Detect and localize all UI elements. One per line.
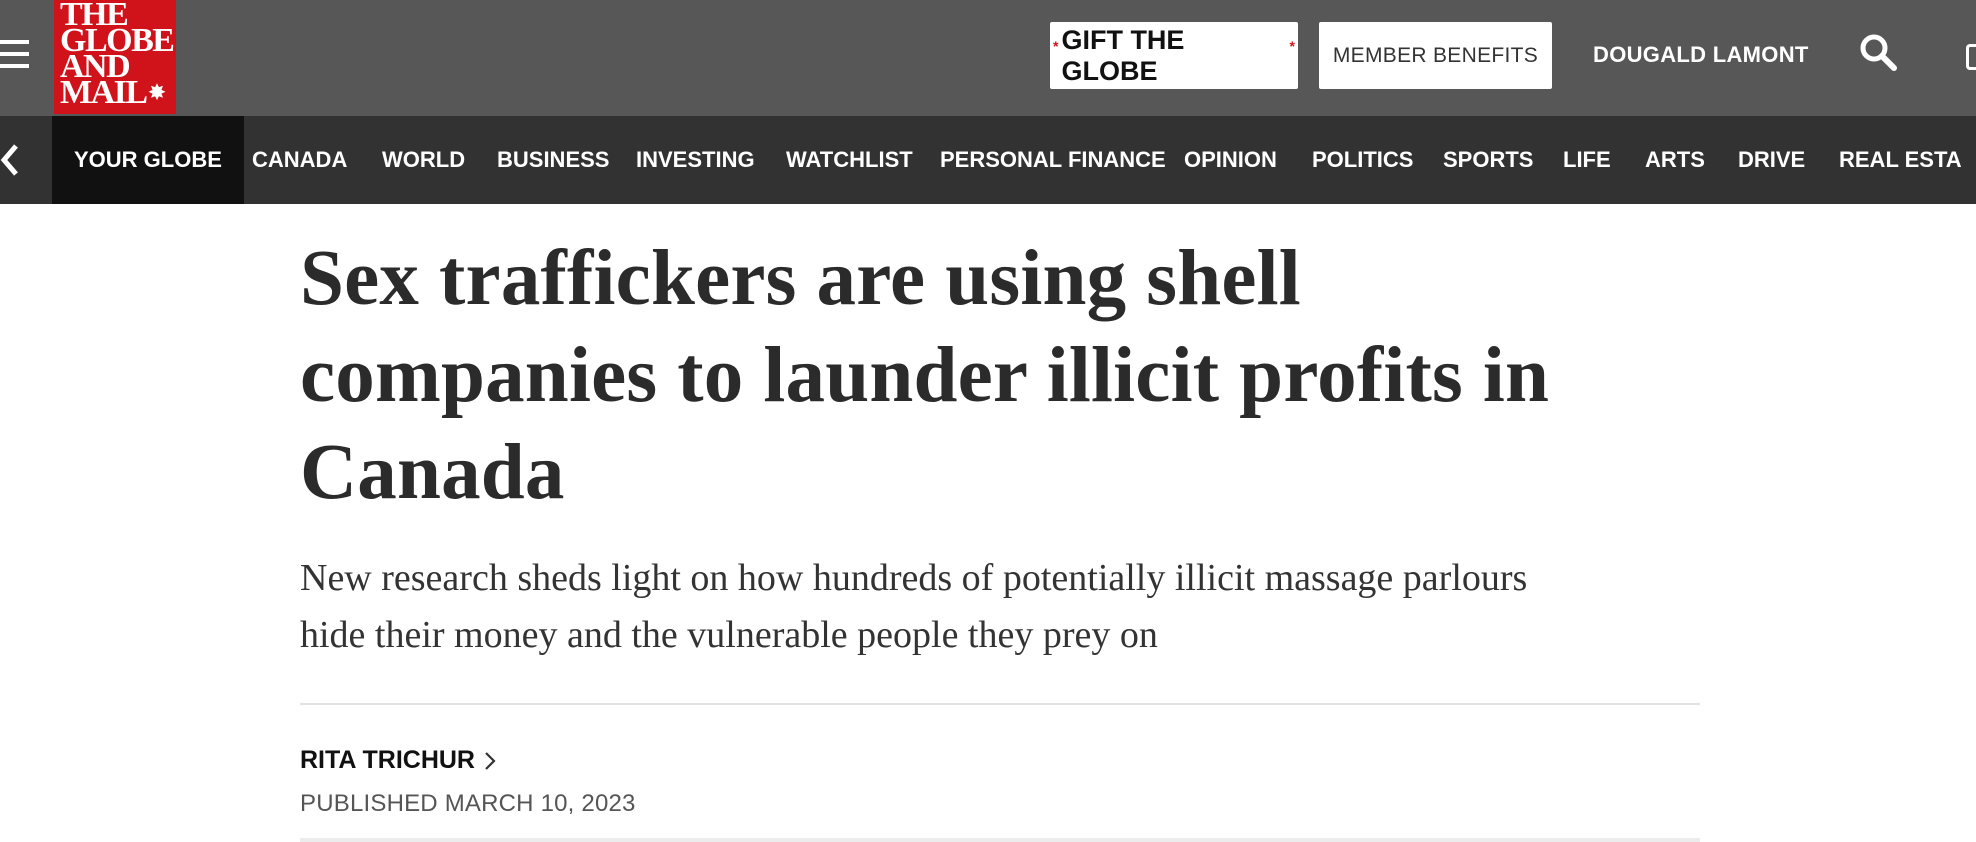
nav-item-real-estate[interactable]: REAL ESTA [1839,116,1962,204]
published-date: PUBLISHED MARCH 10, 2023 [300,790,636,817]
nav-item-canada[interactable]: CANADA [252,116,347,204]
nav-item-personal-finance[interactable]: PERSONAL FINANCE [940,116,1166,204]
nav-item-investing[interactable]: INVESTING [636,116,755,204]
divider [300,703,1700,705]
nav-item-drive[interactable]: DRIVE [1738,116,1805,204]
maple-leaf-icon: ✸ [148,82,166,104]
nav-item-opinion[interactable]: OPINION [1184,116,1277,204]
nav-item-world[interactable]: WORLD [382,116,465,204]
dek-line: hide their money and the vulnerable peop… [300,614,1158,656]
headline-line: companies to launder illicit profits in [300,332,1550,419]
article-headline: Sex traffickers are using shell companie… [300,230,1700,521]
logo-line: MAIL [60,74,148,111]
nav-item-your-globe[interactable]: YOUR GLOBE [52,116,244,204]
dek-line: New research sheds light on how hundreds… [300,557,1528,599]
divider [300,838,1700,842]
gift-button-label: GIFT THE GLOBE [1061,24,1185,86]
star-icon: * [1053,37,1059,54]
headline-line: Sex traffickers are using shell [300,235,1301,322]
author-name: RITA TRICHUR [300,746,475,774]
masthead: THE GLOBE AND MAIL ✸ * GIFT THE GLOBE * M… [0,0,1976,116]
globe-and-mail-logo[interactable]: THE GLOBE AND MAIL ✸ [54,0,176,114]
chevron-right-icon [485,751,496,770]
nav-item-business[interactable]: BUSINESS [497,116,609,204]
nav-item-sports[interactable]: SPORTS [1443,116,1533,204]
search-icon[interactable] [1858,32,1898,72]
article-dek: New research sheds light on how hundreds… [300,550,1660,664]
user-account-link[interactable]: DOUGALD LAMONT [1593,42,1809,68]
author-link[interactable]: RITA TRICHUR [300,746,497,775]
gift-the-globe-button[interactable]: * GIFT THE GLOBE * [1050,22,1298,89]
nav-item-life[interactable]: LIFE [1563,116,1611,204]
nav-item-politics[interactable]: POLITICS [1312,116,1413,204]
menu-icon[interactable] [0,40,29,72]
nav-item-watchlist[interactable]: WATCHLIST [786,116,913,204]
chevron-left-icon[interactable] [0,140,24,180]
headline-line: Canada [300,429,565,516]
star-icon: * [1289,37,1295,54]
edge-icon[interactable] [1966,44,1976,70]
nav-item-arts[interactable]: ARTS [1645,116,1705,204]
member-benefits-button[interactable]: MEMBER BENEFITS [1319,22,1552,89]
section-nav: YOUR GLOBE CANADA WORLD BUSINESS INVESTI… [0,116,1976,204]
